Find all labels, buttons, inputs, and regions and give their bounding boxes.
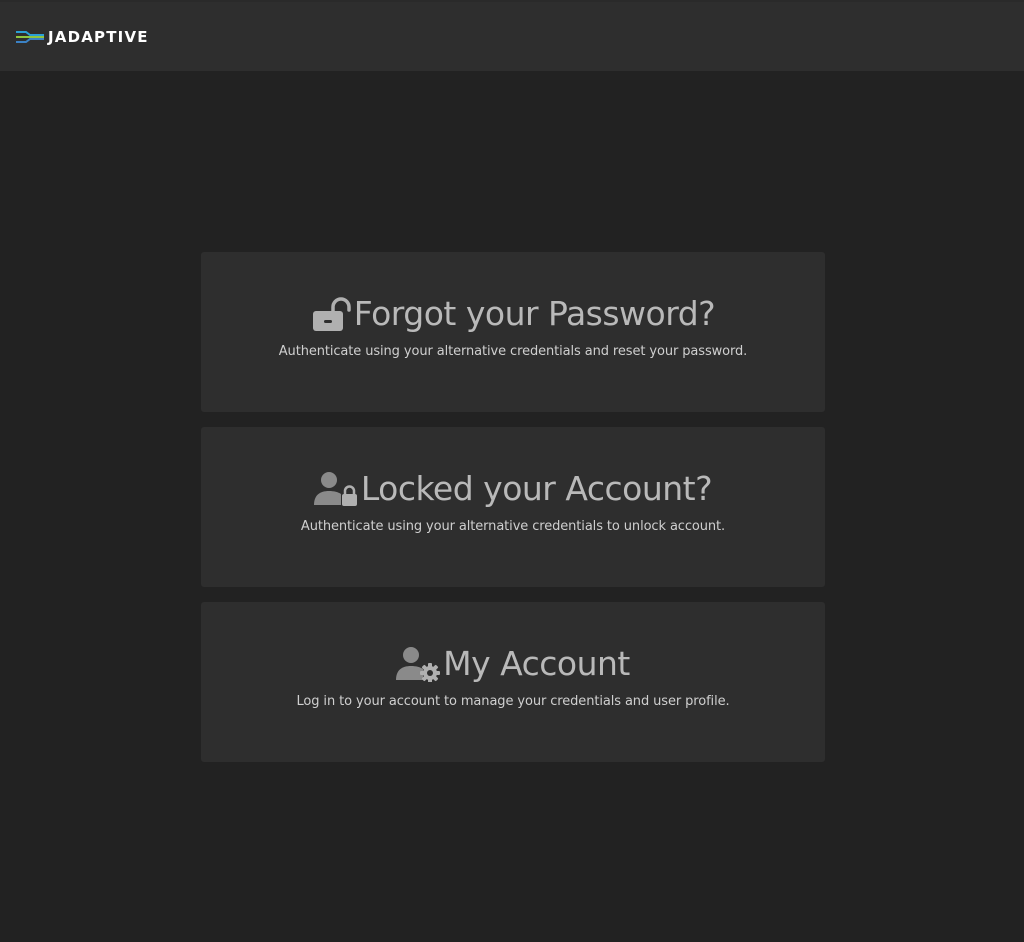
- card-title-row: Forgot your Password?: [311, 294, 716, 334]
- options-list: Forgot your Password? Authenticate using…: [201, 252, 825, 777]
- card-title-row: Locked your Account?: [313, 469, 713, 509]
- forgot-password-card[interactable]: Forgot your Password? Authenticate using…: [201, 252, 825, 412]
- top-navbar: JADAPTIVE: [0, 0, 1024, 71]
- card-description: Log in to your account to manage your cr…: [296, 694, 730, 709]
- my-account-card[interactable]: My Account Log in to your account to man…: [201, 602, 825, 762]
- user-gear-icon: [396, 646, 441, 682]
- jadaptive-logo-icon: [16, 30, 44, 43]
- card-description: Authenticate using your alternative cred…: [300, 519, 726, 534]
- brand-logo[interactable]: JADAPTIVE: [14, 28, 149, 46]
- card-description: Authenticate using your alternative cred…: [278, 344, 748, 359]
- user-lock-icon: [313, 471, 358, 507]
- locked-account-card[interactable]: Locked your Account? Authenticate using …: [201, 427, 825, 587]
- card-title: Forgot your Password?: [353, 294, 716, 333]
- unlocked-padlock-icon: [311, 296, 351, 332]
- card-title: Locked your Account?: [360, 469, 713, 508]
- card-title-row: My Account: [396, 644, 630, 684]
- card-title: My Account: [443, 644, 630, 683]
- brand-name: JADAPTIVE: [48, 27, 149, 46]
